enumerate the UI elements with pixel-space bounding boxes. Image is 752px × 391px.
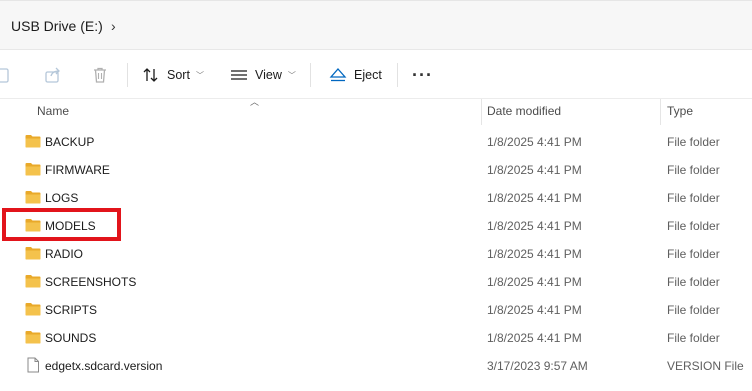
folder-icon	[25, 135, 41, 148]
file-date-modified: 1/8/2025 4:41 PM	[487, 135, 582, 149]
sort-icon	[143, 68, 158, 82]
file-row[interactable]: SOUNDS 1/8/2025 4:41 PM File folder	[0, 324, 752, 352]
column-divider[interactable]	[660, 99, 661, 125]
more-options-button[interactable]: ···	[412, 65, 433, 86]
file-name: SCRIPTS	[45, 303, 98, 317]
folder-icon	[25, 191, 41, 204]
file-type: File folder	[667, 191, 720, 205]
column-divider[interactable]	[481, 99, 482, 125]
toolbar-separator	[310, 63, 311, 87]
chevron-down-icon: ﹀	[287, 70, 296, 80]
file-name: SOUNDS	[45, 331, 97, 345]
breadcrumb-usb-drive[interactable]: USB Drive (E:)	[11, 18, 103, 34]
sort-label: Sort	[167, 68, 190, 82]
folder-icon	[25, 331, 41, 344]
address-bar[interactable]: USB Drive (E:) ›	[0, 0, 752, 50]
file-name: RADIO	[45, 247, 84, 261]
file-name: SCREENSHOTS	[45, 275, 137, 289]
column-header-date-modified[interactable]: Date modified	[487, 104, 561, 118]
command-bar: Sort ﹀ View ﹀ Eject ···	[0, 51, 752, 99]
file-type: File folder	[667, 219, 720, 233]
file-date-modified: 3/17/2023 9:57 AM	[487, 359, 588, 373]
file-row[interactable]: RADIO 1/8/2025 4:41 PM File folder	[0, 240, 752, 268]
folder-icon	[25, 275, 41, 288]
file-date-modified: 1/8/2025 4:41 PM	[487, 247, 582, 261]
file-type: File folder	[667, 331, 720, 345]
sort-ascending-icon: ︿	[250, 97, 260, 107]
column-header-name[interactable]: Name	[37, 104, 69, 118]
folder-icon	[25, 163, 41, 176]
toolbar-separator	[127, 63, 128, 87]
file-explorer-window: USB Drive (E:) › Sort ﹀ View ﹀ Eject ···…	[0, 0, 752, 391]
file-date-modified: 1/8/2025 4:41 PM	[487, 275, 582, 289]
file-type: File folder	[667, 303, 720, 317]
delete-icon[interactable]	[91, 66, 109, 84]
file-row[interactable]: SCRIPTS 1/8/2025 4:41 PM File folder	[0, 296, 752, 324]
toolbar-separator	[397, 63, 398, 87]
paste-icon[interactable]	[0, 66, 12, 84]
highlight-box	[2, 208, 121, 241]
file-type: File folder	[667, 247, 720, 261]
eject-button[interactable]: Eject	[329, 63, 382, 87]
breadcrumb-chevron-icon[interactable]: ›	[111, 18, 116, 34]
file-name: BACKUP	[45, 135, 95, 149]
file-name: FIRMWARE	[45, 163, 110, 177]
file-type: File folder	[667, 135, 720, 149]
file-type: File folder	[667, 163, 720, 177]
file-name: LOGS	[45, 191, 79, 205]
file-type: VERSION File	[667, 359, 744, 373]
eject-label: Eject	[354, 68, 382, 82]
view-icon	[231, 70, 247, 80]
file-name: edgetx.sdcard.version	[45, 359, 163, 373]
view-button[interactable]: View ﹀	[230, 63, 296, 87]
file-row[interactable]: edgetx.sdcard.version 3/17/2023 9:57 AM VE…	[0, 352, 752, 380]
file-type: File folder	[667, 275, 720, 289]
eject-icon	[329, 68, 347, 82]
column-header-row: ︿ Name Date modified Type	[0, 97, 752, 125]
folder-icon	[25, 303, 41, 316]
chevron-down-icon: ﹀	[195, 70, 204, 80]
file-date-modified: 1/8/2025 4:41 PM	[487, 191, 582, 205]
file-row[interactable]: BACKUP 1/8/2025 4:41 PM File folder	[0, 128, 752, 156]
file-icon	[27, 357, 39, 373]
file-date-modified: 1/8/2025 4:41 PM	[487, 163, 582, 177]
file-row[interactable]: SCREENSHOTS 1/8/2025 4:41 PM File folder	[0, 268, 752, 296]
sort-button[interactable]: Sort ﹀	[142, 63, 204, 87]
folder-icon	[25, 247, 41, 260]
share-icon[interactable]	[44, 66, 62, 84]
file-date-modified: 1/8/2025 4:41 PM	[487, 219, 582, 233]
file-row[interactable]: FIRMWARE 1/8/2025 4:41 PM File folder	[0, 156, 752, 184]
view-label: View	[255, 68, 282, 82]
file-date-modified: 1/8/2025 4:41 PM	[487, 303, 582, 317]
file-date-modified: 1/8/2025 4:41 PM	[487, 331, 582, 345]
column-header-type[interactable]: Type	[667, 104, 693, 118]
